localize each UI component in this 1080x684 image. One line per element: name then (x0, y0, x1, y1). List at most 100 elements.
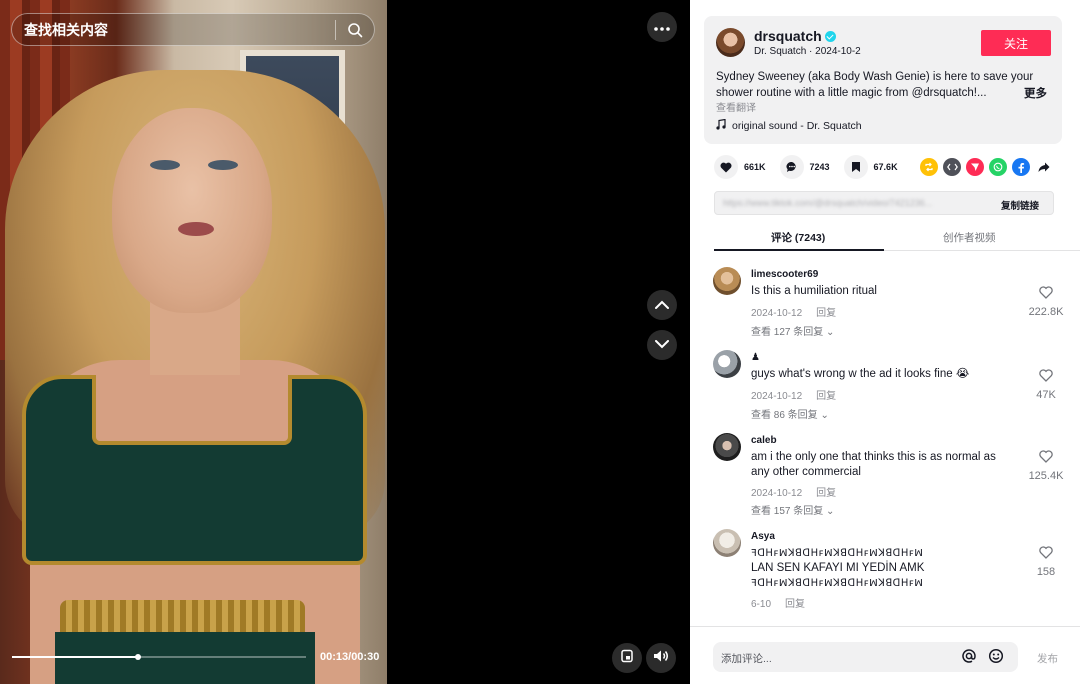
commenter-username[interactable]: ♟ (751, 352, 760, 363)
search-input[interactable]: 查找相关内容 (12, 20, 335, 40)
video-player[interactable]: 查找相关内容 00:13/00:30 (0, 0, 387, 684)
volume-button[interactable] (646, 643, 676, 673)
save-action[interactable]: 67.6K (843, 155, 898, 179)
facebook-icon[interactable] (1012, 158, 1030, 176)
video-scene-eye-left (150, 160, 180, 170)
chevron-down-icon (655, 336, 669, 354)
chevron-down-icon: ⌄ (820, 410, 829, 421)
comment-like[interactable]: 222.8K (1020, 286, 1072, 318)
follow-button[interactable]: 关注 (981, 30, 1051, 56)
heart-outline-icon[interactable] (1020, 286, 1072, 304)
comment-text: guys what's wrong w the ad it looks fine… (751, 368, 970, 380)
video-scene-neckline (92, 375, 292, 445)
heart-outline-icon[interactable] (1020, 369, 1072, 387)
reply-button[interactable]: 回复 (816, 488, 836, 499)
whatsapp-icon[interactable] (989, 158, 1007, 176)
video-scene-face (112, 108, 272, 313)
mini-player-button[interactable] (612, 643, 642, 673)
comment-text-line: LAN SEN KAFAYI MI YEDİN AMK (751, 562, 925, 574)
author-card: drsquatch Dr. Squatch · 2024-10-2 关注 Syd… (704, 16, 1062, 144)
speaker-icon (653, 649, 669, 668)
description-more-link[interactable]: 更多 (1024, 85, 1047, 101)
sound-link[interactable]: original sound - Dr. Squatch (716, 118, 862, 133)
comment-action[interactable]: 7243 (779, 155, 830, 179)
video-scene-eye-right (208, 160, 238, 170)
comment-input-placeholder[interactable]: 添加评论... (721, 651, 772, 666)
reply-button[interactable]: 回复 (816, 308, 836, 319)
bookmark-icon[interactable] (843, 155, 868, 179)
comment-like[interactable]: 47K (1020, 369, 1072, 401)
comment-like[interactable]: 125.4K (1020, 450, 1072, 482)
next-video-button[interactable] (647, 330, 677, 360)
view-replies-link[interactable]: 查看 86 条回复 ⌄ (751, 406, 829, 421)
comment-like-count: 158 (1036, 566, 1056, 578)
comment-meta: 2024-10-12 回复 (751, 484, 836, 499)
repost-icon[interactable] (920, 158, 938, 176)
reply-button[interactable]: 回复 (785, 599, 805, 610)
music-note-icon (716, 118, 726, 133)
like-count: 661K (744, 162, 766, 172)
video-scene-skirt (55, 632, 315, 684)
author-username-text[interactable]: drsquatch (754, 28, 822, 44)
comment-meta: 2024-10-12 回复 (751, 387, 836, 402)
comment-like[interactable]: 158 (1020, 546, 1072, 578)
chevron-up-icon (655, 296, 669, 314)
chevron-down-icon: ⌄ (826, 327, 835, 338)
search-bar[interactable]: 查找相关内容 (11, 13, 375, 46)
more-options-button[interactable] (647, 12, 677, 42)
heart-outline-icon[interactable] (1020, 546, 1072, 564)
commenter-avatar[interactable] (713, 267, 741, 295)
commenter-username[interactable]: Asya (751, 531, 775, 542)
comment-list[interactable]: limescooter69 Is this a humiliation ritu… (690, 262, 1080, 626)
comment-meta: 2024-10-12 回复 (751, 304, 836, 319)
comment-date: 2024-10-12 (751, 308, 803, 319)
comment-bubble-icon[interactable] (779, 155, 804, 179)
previous-video-button[interactable] (647, 290, 677, 320)
search-icon[interactable] (336, 22, 374, 38)
action-bar: 661K 7243 67.6K (714, 155, 912, 179)
view-replies-text[interactable]: 查看 157 条回复 (751, 506, 823, 517)
save-count: 67.6K (873, 162, 898, 172)
view-replies-text[interactable]: 查看 127 条回复 (751, 327, 823, 338)
comment-text: ꟻꓷꓧꜰꟽꓘꓭꓷꓧꜰꟽꓘꓭꓷꓧꜰꟽꓘꓭꓷꓧꜰꟽ LAN SEN KAFAYI M… (751, 546, 1011, 591)
view-replies-link[interactable]: 查看 157 条回复 ⌄ (751, 502, 834, 517)
like-action[interactable]: 661K (714, 155, 766, 179)
view-replies-link[interactable]: 查看 127 条回复 ⌄ (751, 323, 834, 338)
video-pane: 查找相关内容 00:13/00:30 (0, 0, 690, 684)
commenter-avatar[interactable] (713, 433, 741, 461)
comment-count: 7243 (809, 162, 830, 172)
comment-like-count: 125.4K (1028, 470, 1064, 482)
comment-input[interactable]: 添加评论... (713, 642, 1018, 672)
active-tab-indicator (714, 249, 884, 251)
commenter-username[interactable]: caleb (751, 435, 777, 446)
heart-outline-icon[interactable] (1020, 450, 1072, 468)
progress-bar[interactable] (12, 654, 306, 660)
translate-link[interactable]: 查看翻译 (716, 99, 756, 114)
copy-link-button[interactable]: 复制链接 (1001, 198, 1039, 212)
sound-title[interactable]: original sound - Dr. Squatch (732, 120, 862, 132)
author-username[interactable]: drsquatch (754, 28, 836, 44)
commenter-avatar[interactable] (713, 350, 741, 378)
post-comment-button[interactable]: 发布 (1037, 651, 1058, 666)
comment-date: 2024-10-12 (751, 488, 803, 499)
tab-comments[interactable]: 评论 (7243) (771, 230, 825, 245)
commenter-username[interactable]: limescooter69 (751, 269, 818, 280)
heart-icon[interactable] (714, 155, 738, 179)
chevron-down-icon: ⌄ (826, 506, 835, 517)
video-link-url[interactable]: https://www.tiktok.com/@drsquatch/video/… (723, 198, 988, 208)
commenter-avatar[interactable] (713, 529, 741, 557)
author-avatar[interactable] (716, 28, 745, 57)
time-display: 00:13/00:30 (320, 651, 380, 663)
comment-text: Is this a humiliation ritual (751, 285, 877, 297)
send-to-friends-icon[interactable] (966, 158, 984, 176)
emoji-icon[interactable] (988, 648, 1004, 669)
view-replies-text[interactable]: 查看 86 条回复 (751, 410, 818, 421)
embed-code-icon[interactable] (943, 158, 961, 176)
mention-at-icon[interactable] (961, 648, 977, 669)
comment-footer: 添加评论... 发布 (690, 626, 1080, 684)
reply-button[interactable]: 回复 (816, 391, 836, 402)
author-meta: Dr. Squatch · 2024-10-2 (754, 46, 861, 57)
share-arrow-icon[interactable] (1035, 158, 1053, 176)
video-link-box: https://www.tiktok.com/@drsquatch/video/… (714, 191, 1054, 215)
tab-creator-videos[interactable]: 创作者视频 (943, 230, 996, 245)
